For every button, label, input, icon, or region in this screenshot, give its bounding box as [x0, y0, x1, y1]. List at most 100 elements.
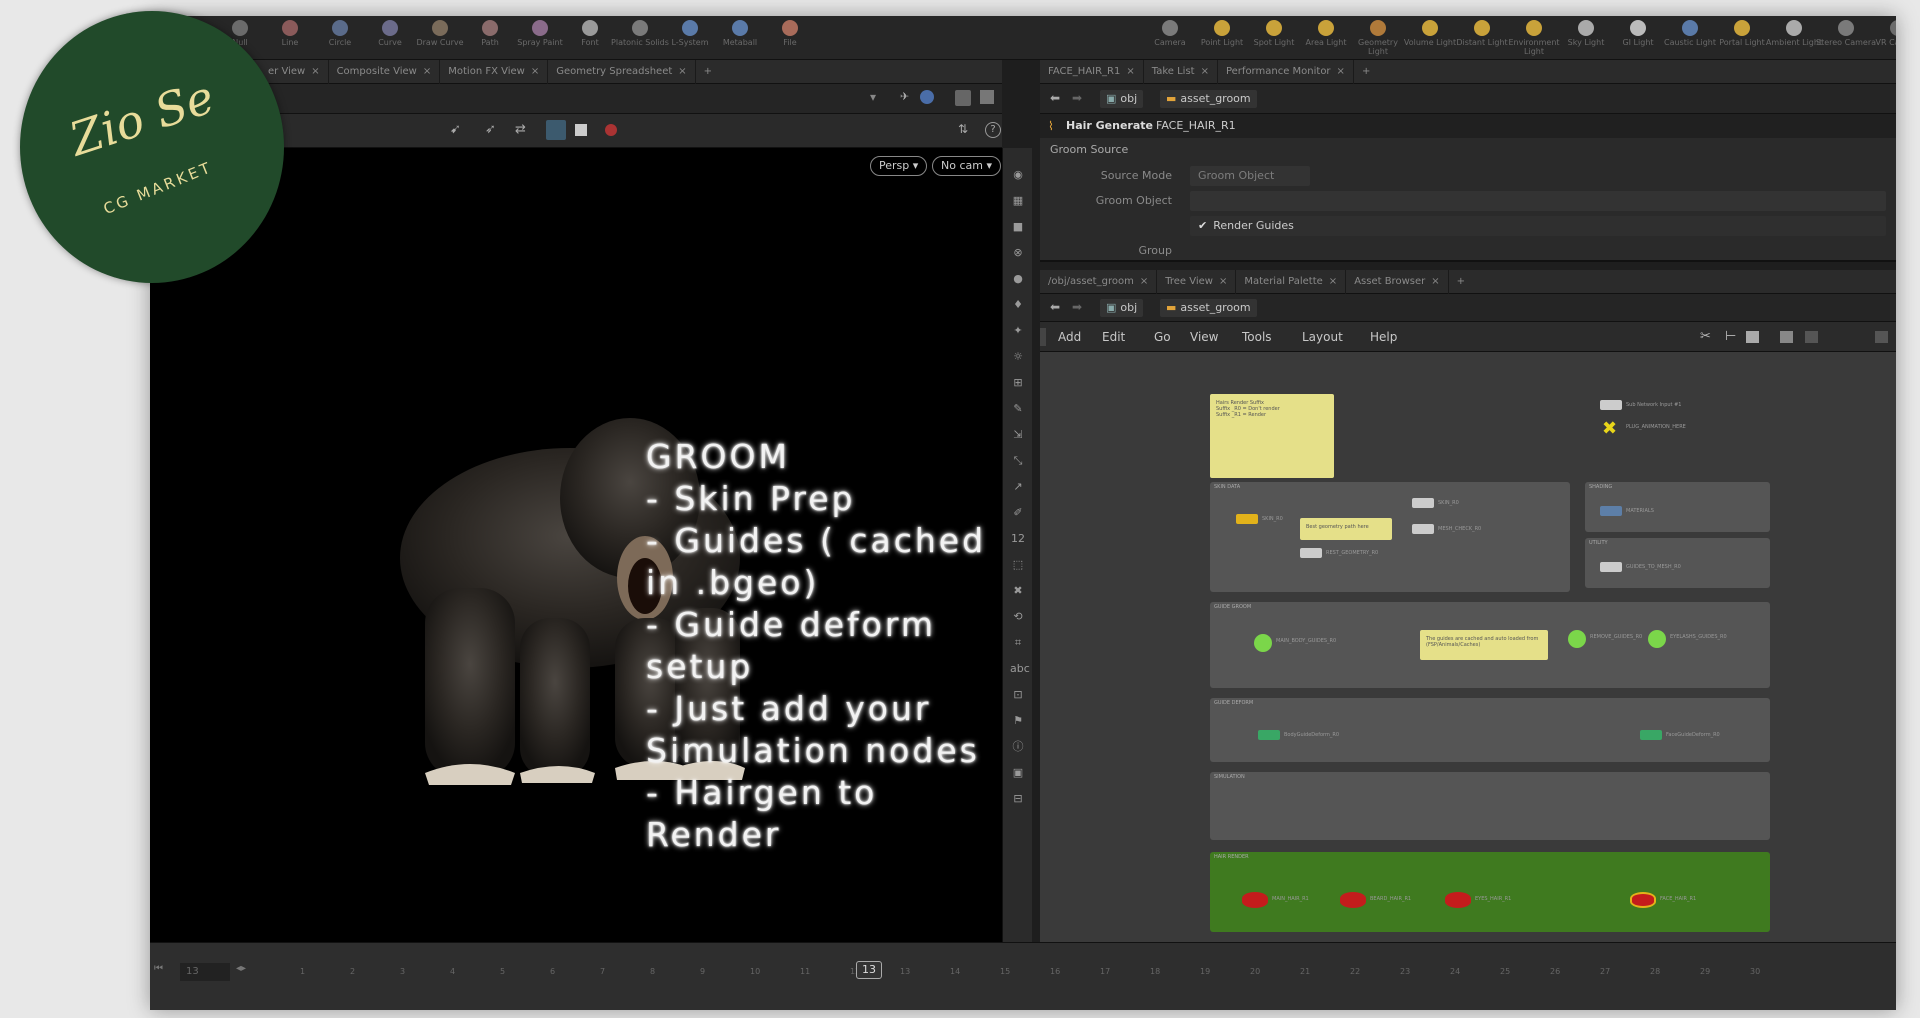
- add-tab-icon[interactable]: +: [1449, 270, 1473, 294]
- side-tool-icon[interactable]: ☼: [1010, 350, 1026, 364]
- grid-icon[interactable]: [1780, 331, 1793, 343]
- side-tool-icon[interactable]: ⟲: [1010, 610, 1026, 624]
- node[interactable]: [1445, 892, 1471, 908]
- node[interactable]: [1640, 730, 1662, 740]
- node[interactable]: [1600, 562, 1622, 572]
- left-tab-1[interactable]: Composite View ×: [329, 60, 441, 84]
- chevron-down-icon[interactable]: ▾: [870, 90, 886, 106]
- rewind-icon[interactable]: ⏮: [154, 963, 174, 981]
- cube-icon[interactable]: [955, 90, 971, 106]
- node[interactable]: [1340, 892, 1366, 908]
- side-tool-icon[interactable]: ⊟: [1010, 792, 1026, 806]
- pin-icon[interactable]: ✈: [900, 90, 914, 104]
- source-mode-select[interactable]: Groom Object: [1190, 166, 1310, 186]
- close-icon[interactable]: ×: [311, 66, 319, 77]
- shelf-tool-11[interactable]: File: [760, 20, 820, 47]
- shelf-tool-12[interactable]: Camera: [1140, 20, 1200, 47]
- side-tool-icon[interactable]: ✖: [1010, 584, 1026, 598]
- globe-icon[interactable]: [920, 90, 934, 104]
- close-icon[interactable]: ×: [1140, 276, 1148, 287]
- shelf-tool-20[interactable]: Sky Light: [1556, 20, 1616, 47]
- node-name-field[interactable]: FACE_HAIR_R1: [1156, 119, 1236, 132]
- close-icon[interactable]: ×: [678, 66, 686, 77]
- sort-icon[interactable]: ⇅: [958, 122, 974, 138]
- snap-icon[interactable]: [546, 120, 566, 140]
- node[interactable]: [1412, 524, 1434, 534]
- side-tool-icon[interactable]: ⊗: [1010, 246, 1026, 260]
- menu-edit[interactable]: Edit: [1102, 330, 1125, 344]
- menu-add[interactable]: Add: [1058, 330, 1081, 344]
- side-tool-icon[interactable]: ▣: [1010, 766, 1026, 780]
- side-tool-icon[interactable]: ◉: [1010, 168, 1026, 182]
- swap-icon[interactable]: ⇄: [515, 122, 531, 138]
- side-tool-icon[interactable]: ⬚: [1010, 558, 1026, 572]
- netbox-simulation[interactable]: SIMULATION: [1210, 772, 1770, 840]
- menu-view[interactable]: View: [1190, 330, 1218, 344]
- node[interactable]: [1300, 548, 1322, 558]
- close-icon[interactable]: ×: [1126, 66, 1134, 77]
- shelf-tool-14[interactable]: Spot Light: [1244, 20, 1304, 47]
- shelf-tool-26[interactable]: VR Camera: [1868, 20, 1896, 47]
- path-obj[interactable]: ▣ obj: [1100, 90, 1144, 108]
- node[interactable]: [1600, 506, 1622, 516]
- netbox-guide-deform[interactable]: GUIDE DEFORM: [1210, 698, 1770, 762]
- path-obj[interactable]: ▣ obj: [1100, 299, 1144, 317]
- back-icon[interactable]: ⬅: [1050, 300, 1060, 314]
- list-icon[interactable]: [1746, 331, 1759, 343]
- close-icon[interactable]: ×: [1219, 276, 1227, 287]
- forward-icon[interactable]: ➡: [1072, 300, 1082, 314]
- shelf-tool-13[interactable]: Point Light: [1192, 20, 1252, 47]
- node[interactable]: [1412, 498, 1434, 508]
- shelf-tool-19[interactable]: Environment Light: [1504, 20, 1564, 56]
- tree-icon[interactable]: ⊢: [1725, 329, 1736, 344]
- side-tool-icon[interactable]: ⌗: [1010, 636, 1026, 650]
- side-tool-icon[interactable]: ✎: [1010, 402, 1026, 416]
- add-tab-icon[interactable]: +: [1354, 60, 1378, 84]
- pane-handle[interactable]: [1040, 328, 1046, 346]
- right-tab-2[interactable]: Performance Monitor ×: [1218, 60, 1354, 84]
- left-tab-2[interactable]: Motion FX View ×: [440, 60, 549, 84]
- forward-icon[interactable]: ➡: [1072, 91, 1082, 105]
- shelf-tool-17[interactable]: Volume Light: [1400, 20, 1460, 47]
- left-tab-0[interactable]: er View ×: [260, 60, 329, 84]
- node[interactable]: [1600, 400, 1622, 410]
- menu-go[interactable]: Go: [1154, 330, 1171, 344]
- transform-icon[interactable]: ➶: [485, 122, 501, 138]
- path-asset[interactable]: ▬ asset_groom: [1160, 90, 1257, 108]
- menu-help[interactable]: Help: [1370, 330, 1397, 344]
- shelf-tool-21[interactable]: GI Light: [1608, 20, 1668, 47]
- left-tab-3[interactable]: Geometry Spreadsheet ×: [548, 60, 696, 84]
- add-tab-icon[interactable]: +: [696, 60, 720, 84]
- camera-menu[interactable]: No cam ▾: [932, 156, 1001, 176]
- shelf-tool-18[interactable]: Distant Light: [1452, 20, 1512, 47]
- checkbox-icon[interactable]: ✔: [1198, 219, 1207, 232]
- layout-icon[interactable]: [1875, 331, 1888, 343]
- network-tab-2[interactable]: Material Palette ×: [1236, 270, 1347, 294]
- close-icon[interactable]: ×: [1431, 276, 1439, 287]
- side-tool-icon[interactable]: ✦: [1010, 324, 1026, 338]
- menu-layout[interactable]: Layout: [1302, 330, 1343, 344]
- network-tab-1[interactable]: Tree View ×: [1157, 270, 1237, 294]
- close-icon[interactable]: ×: [1329, 276, 1337, 287]
- close-icon[interactable]: ×: [1201, 66, 1209, 77]
- node[interactable]: [1648, 630, 1666, 648]
- timeline[interactable]: ⏮ 13 ◂▸ 12345678910111213141516171819202…: [150, 942, 1896, 1010]
- side-tool-icon[interactable]: ▦: [1010, 194, 1026, 208]
- network-tab-0[interactable]: /obj/asset_groom ×: [1040, 270, 1158, 294]
- side-tool-icon[interactable]: ⇲: [1010, 428, 1026, 442]
- box-select-icon[interactable]: [575, 124, 587, 136]
- network-editor[interactable]: Hairs Render Suffix Suffix _R0 = Don't r…: [1040, 352, 1896, 942]
- groom-object-field[interactable]: [1190, 191, 1886, 211]
- node[interactable]: [1236, 514, 1258, 524]
- side-tool-icon[interactable]: ■: [1010, 220, 1026, 234]
- node[interactable]: [1258, 730, 1280, 740]
- tools-icon[interactable]: ✂: [1700, 329, 1711, 344]
- timeline-ruler[interactable]: 1234567891011121314151617181920212223242…: [280, 943, 1840, 1003]
- select-arrow-icon[interactable]: ➹: [450, 122, 466, 138]
- persp-menu[interactable]: Persp ▾: [870, 156, 928, 176]
- sticky-note[interactable]: Hairs Render Suffix Suffix _R0 = Don't r…: [1210, 394, 1334, 478]
- help-icon[interactable]: ?: [985, 122, 1001, 138]
- side-tool-icon[interactable]: ⤡: [1010, 454, 1026, 468]
- close-icon[interactable]: ×: [423, 66, 431, 77]
- node[interactable]: [1630, 892, 1656, 908]
